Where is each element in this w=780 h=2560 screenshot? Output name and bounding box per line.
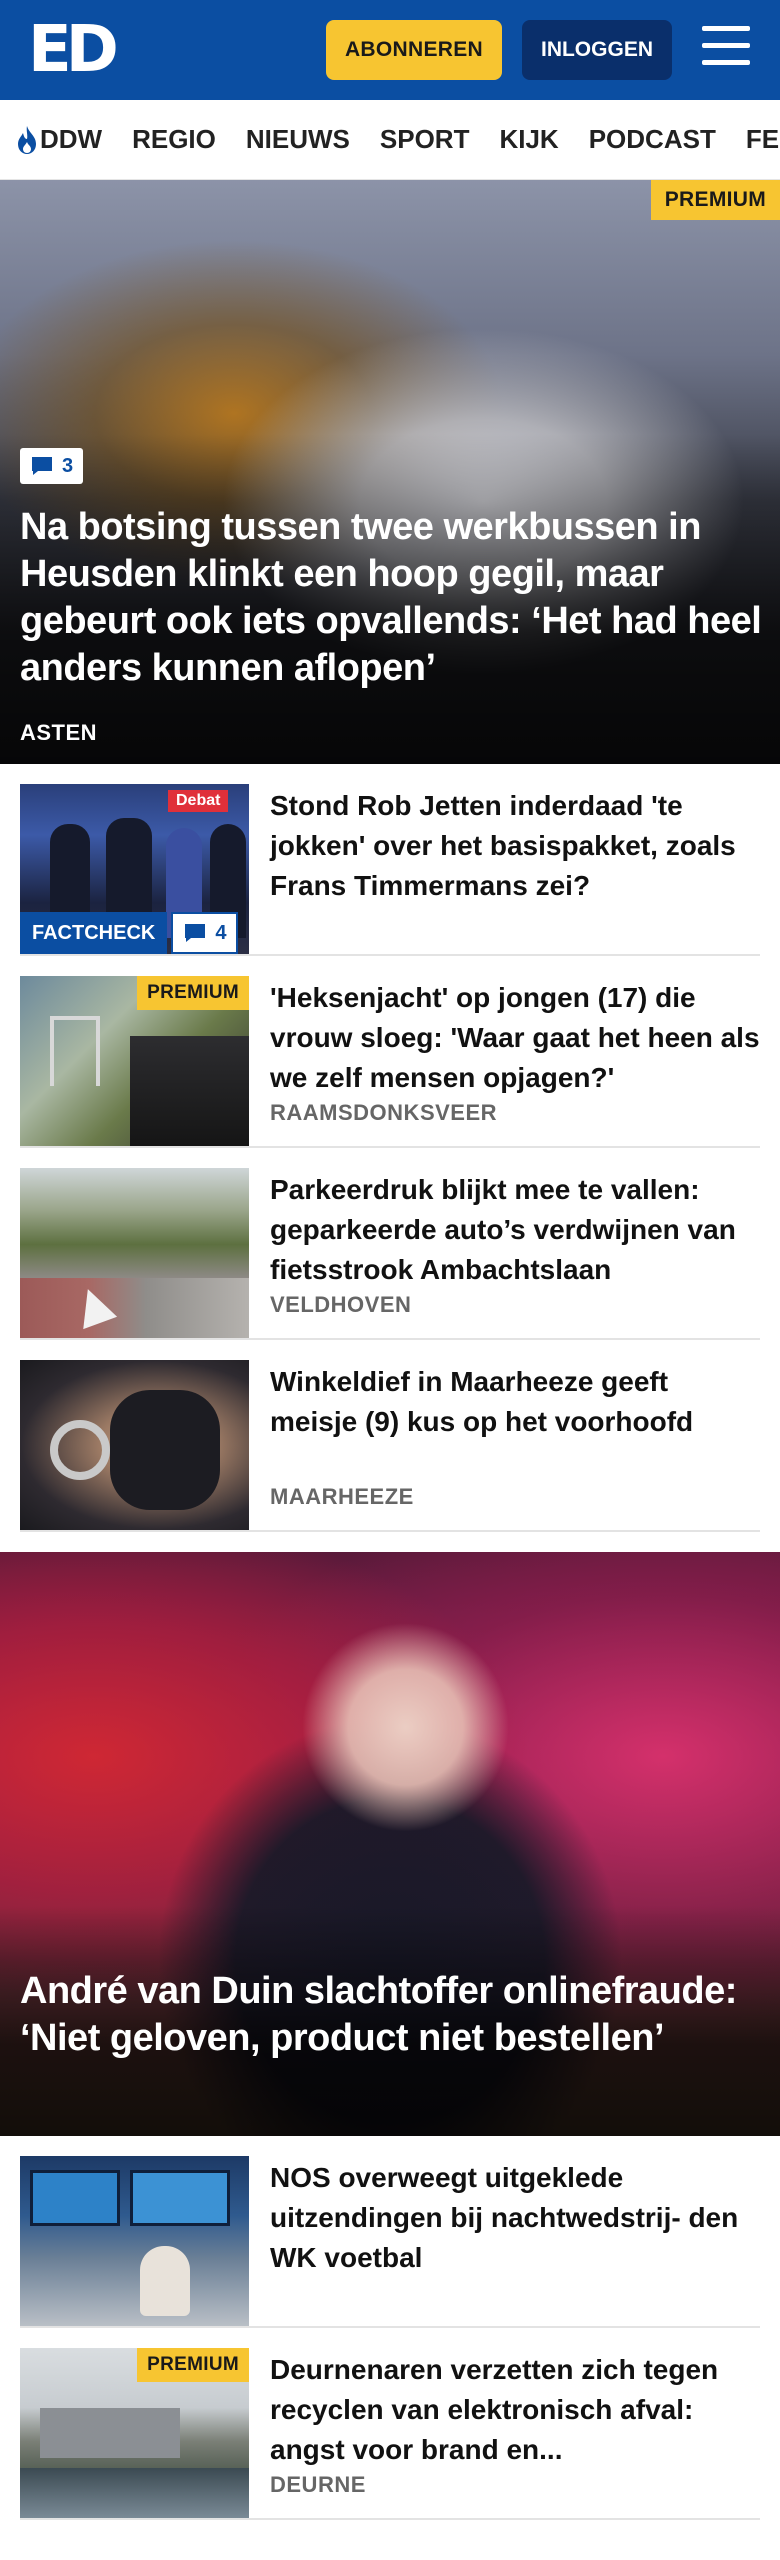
list-item[interactable]: Winkeldief in Maarheeze geeft meisje (9)… [20, 1340, 760, 1532]
article-title[interactable]: Parkeerdruk blijkt mee te vallen: gepark… [270, 1170, 760, 1290]
subscribe-button[interactable]: ABONNEREN [326, 20, 502, 80]
list-item[interactable]: Parkeerdruk blijkt mee te vallen: gepark… [20, 1148, 760, 1340]
nav-item-kijk[interactable]: KIJK [499, 124, 558, 155]
comment-count-badge: 3 [20, 448, 84, 484]
article-title[interactable]: Stond Rob Jetten inderdaad 'te jokken' o… [270, 786, 760, 906]
article-location: MAARHEEZE [270, 1484, 414, 1509]
site-logo[interactable]: ED [28, 18, 119, 82]
hero-article[interactable]: PREMIUM 3 Na botsing tussen twee werkbus… [0, 180, 780, 764]
premium-badge: PREMIUM [137, 2348, 249, 2382]
nav-item-partial[interactable]: FEE [746, 124, 780, 155]
hero-title[interactable]: Na botsing tussen twee werkbussen in Heu… [20, 504, 765, 692]
comment-count: 3 [62, 454, 74, 477]
comment-count: 4 [215, 921, 227, 944]
hamburger-menu-icon[interactable] [702, 26, 750, 72]
article-thumbnail: Debat FACTCHECK 4 [20, 784, 249, 954]
article-thumbnail [20, 1360, 249, 1530]
nav-item-regio[interactable]: REGIO [132, 124, 216, 155]
article-thumbnail: PREMIUM [20, 2348, 249, 2518]
list-item[interactable]: NOS overweegt uitgeklede uitzendingen bi… [20, 2136, 760, 2328]
article-title[interactable]: Deurnenaren verzetten zich tegen recycle… [270, 2350, 760, 2470]
article-title[interactable]: NOS overweegt uitgeklede uitzendingen bi… [270, 2158, 760, 2278]
login-button[interactable]: INLOGGEN [522, 20, 672, 80]
article-title[interactable]: 'Heksenjacht' op jongen (17) die vrouw s… [270, 978, 760, 1098]
list-item[interactable]: PREMIUM 'Heksenjacht' op jongen (17) die… [20, 956, 760, 1148]
comment-icon [185, 924, 206, 942]
list-item[interactable]: Debat FACTCHECK 4 Stond Rob Jetten inder… [20, 764, 760, 956]
nav-item-sport[interactable]: SPORT [380, 124, 470, 155]
flame-icon [18, 125, 36, 154]
article-thumbnail [20, 1168, 249, 1338]
premium-badge: PREMIUM [137, 976, 249, 1010]
hero-title[interactable]: André van Duin slachtoffer onlinefraude:… [20, 1968, 765, 2062]
article-thumbnail [20, 2156, 249, 2326]
hero-location: ASTEN [20, 720, 98, 745]
nav-item-podcast[interactable]: PODCAST [589, 124, 716, 155]
premium-badge: PREMIUM [650, 180, 780, 220]
list-item[interactable]: PREMIUM Deurnenaren verzetten zich tegen… [20, 2328, 760, 2520]
article-title[interactable]: Winkeldief in Maarheeze geeft meisje (9)… [270, 1362, 760, 1442]
comment-icon [32, 457, 52, 475]
top-bar: ED ABONNEREN INLOGGEN [0, 0, 780, 100]
factcheck-bar: FACTCHECK 4 [20, 912, 239, 954]
article-location: DEURNE [270, 2472, 366, 2497]
thumb-debat-label: Debat [168, 790, 229, 812]
comment-count-badge: 4 [171, 912, 239, 954]
nav-item-label: DDW [40, 124, 103, 154]
article-location: VELDHOVEN [270, 1292, 412, 1317]
nav-item-nieuws[interactable]: NIEUWS [246, 124, 350, 155]
hero-article-2[interactable]: André van Duin slachtoffer onlinefraude:… [0, 1552, 780, 2136]
section-nav: DDW REGIO NIEUWS SPORT KIJK PODCAST FEE [0, 100, 780, 180]
factcheck-label: FACTCHECK [20, 912, 168, 954]
article-location: RAAMSDONKSVEER [270, 1100, 498, 1125]
nav-item-ddw[interactable]: DDW [16, 124, 102, 155]
article-thumbnail: PREMIUM [20, 976, 249, 1146]
